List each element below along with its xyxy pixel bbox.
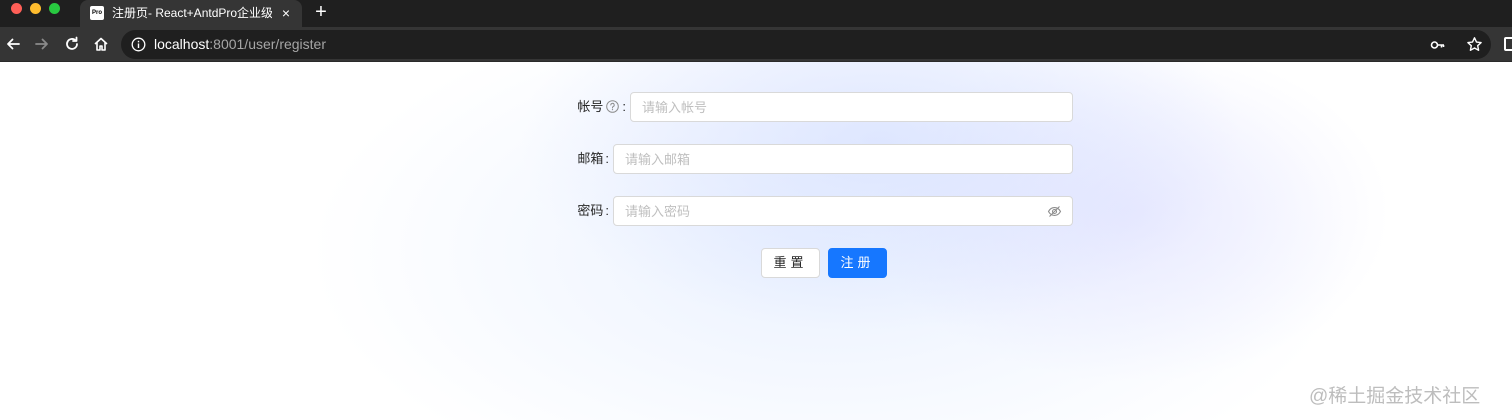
extensions-icon[interactable]	[1504, 37, 1512, 51]
password-label: 密码:	[560, 196, 609, 226]
register-page: 帐号: 邮箱: 密码: 重置 注册 @稀土掘金技术社区	[0, 62, 1512, 420]
forward-icon[interactable]	[32, 34, 52, 54]
account-label-text: 帐号	[577, 99, 604, 114]
email-label: 邮箱:	[560, 144, 609, 174]
email-row: 邮箱:	[560, 144, 1073, 174]
new-tab-button[interactable]: +	[311, 2, 331, 22]
maximize-window-button[interactable]	[49, 3, 60, 14]
tab-close-icon[interactable]: ×	[279, 5, 293, 21]
email-input-wrapper	[613, 144, 1073, 174]
browser-toolbar: localhost:8001/user/register	[0, 27, 1512, 62]
browser-tab-bar: Pro 注册页- React+AntdPro企业级项 × +	[0, 0, 1512, 27]
back-icon[interactable]	[3, 34, 23, 54]
tab-title: 注册页- React+AntdPro企业级项	[112, 6, 272, 20]
browser-tab-active[interactable]: Pro 注册页- React+AntdPro企业级项 ×	[80, 0, 302, 27]
eye-invisible-icon[interactable]	[1047, 204, 1062, 219]
info-icon[interactable]	[131, 37, 146, 52]
address-bar[interactable]: localhost:8001/user/register	[121, 30, 1491, 59]
minimize-window-button[interactable]	[30, 3, 41, 14]
password-colon: :	[605, 203, 609, 218]
url-host: localhost	[154, 36, 210, 52]
password-input-wrapper	[613, 196, 1073, 226]
reset-button[interactable]: 重置	[761, 248, 820, 278]
account-colon: :	[622, 99, 626, 114]
url-path: :8001/user/register	[209, 36, 326, 52]
email-colon: :	[605, 151, 609, 166]
email-label-text: 邮箱	[577, 151, 604, 166]
account-input[interactable]	[642, 93, 1043, 121]
password-label-text: 密码	[577, 203, 604, 218]
home-icon[interactable]	[91, 34, 111, 54]
question-circle-icon[interactable]	[606, 94, 620, 113]
password-row: 密码:	[560, 196, 1073, 226]
watermark-text: @稀土掘金技术社区	[1309, 386, 1481, 407]
reload-icon[interactable]	[62, 34, 82, 54]
close-window-button[interactable]	[11, 3, 22, 14]
email-input[interactable]	[625, 145, 1043, 173]
favicon-icon: Pro	[90, 6, 104, 20]
register-button[interactable]: 注册	[828, 248, 887, 278]
password-input[interactable]	[625, 197, 1043, 225]
key-icon[interactable]	[1430, 37, 1446, 53]
account-input-wrapper	[630, 92, 1073, 122]
star-icon[interactable]	[1466, 36, 1483, 53]
account-row: 帐号:	[560, 92, 1073, 122]
url-text: localhost:8001/user/register	[154, 36, 326, 53]
account-label: 帐号:	[560, 92, 626, 122]
